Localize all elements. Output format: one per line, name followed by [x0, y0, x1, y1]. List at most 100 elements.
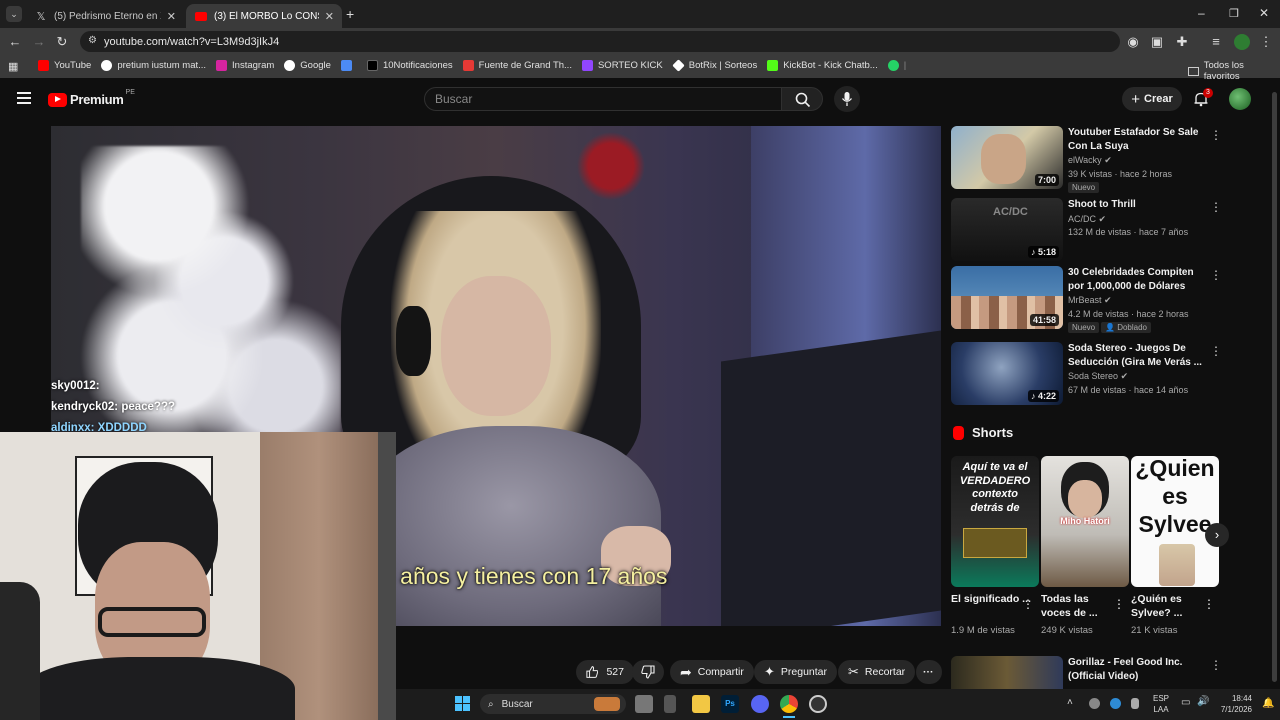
discord-icon[interactable]	[751, 695, 769, 713]
video-title[interactable]: Gorillaz - Feel Good Inc. (Official Vide…	[1068, 656, 1208, 683]
windows-start-icon[interactable]	[455, 696, 470, 711]
tab-search-button[interactable]: ⌄	[6, 6, 22, 22]
forward-icon[interactable]: →	[31, 34, 47, 50]
back-icon[interactable]: ←	[7, 34, 23, 50]
bookmark-botrix[interactable]: BotRix | Sorteos	[672, 59, 757, 72]
language-indicator[interactable]: ESP LAA	[1153, 693, 1169, 715]
taskbar-search[interactable]: ⌕ Buscar	[480, 694, 626, 714]
search-button[interactable]	[781, 87, 823, 111]
chrome-icon[interactable]	[780, 695, 798, 713]
video-thumbnail[interactable]: 41:58	[951, 266, 1063, 329]
reading-list-icon[interactable]: ≡	[1208, 34, 1224, 50]
notifications-button[interactable]: 3	[1193, 88, 1213, 109]
bookmark-instagram[interactable]: Instagram	[216, 60, 274, 71]
video-title[interactable]: Soda Stereo - Juegos De Seducción (Gira …	[1068, 342, 1208, 369]
dislike-button[interactable]	[632, 660, 664, 684]
bookmark-kickbot[interactable]: KickBot - Kick Chatb...	[767, 60, 878, 71]
browser-tab-x[interactable]: 𝕏 (5) Pedrismo Eterno en X: "Sha ✕	[26, 4, 184, 28]
account-avatar[interactable]	[1229, 88, 1251, 110]
recommended-video[interactable]: AC/DC ♪ 5:18 Shoot to Thrill AC/DC ✔ 132…	[951, 198, 1271, 264]
bookmark-whatsapp[interactable]: |	[887, 60, 906, 71]
network-icon[interactable]: ▭	[1181, 697, 1190, 708]
app-icon[interactable]	[809, 695, 827, 713]
close-window-button[interactable]: ✕	[1259, 6, 1269, 20]
hamburger-menu-icon[interactable]	[17, 92, 31, 104]
channel-name[interactable]: AC/DC ✔	[1068, 214, 1106, 225]
extension-icon[interactable]: ▣	[1149, 34, 1165, 50]
youtube-logo[interactable]: Premium PE	[48, 89, 135, 107]
short-title[interactable]: El significado ...	[951, 592, 1031, 606]
video-thumbnail[interactable]: ♪ 4:22	[951, 342, 1063, 405]
recommended-video[interactable]: 41:58 30 Celebridades Compiten por 1,000…	[951, 266, 1271, 333]
restore-button[interactable]: ❐	[1229, 7, 1239, 20]
all-bookmarks[interactable]: Todos los favoritos	[1188, 60, 1280, 82]
address-bar[interactable]: ⚙ youtube.com/watch?v=L3M9d3jIkJ4	[80, 31, 1120, 52]
share-button[interactable]: ➦ Compartir	[670, 660, 754, 684]
extension-icon[interactable]: ◉	[1125, 34, 1141, 50]
close-tab-icon[interactable]: ✕	[325, 10, 334, 23]
clock[interactable]: 18:44 7/1/2026	[1221, 693, 1252, 715]
photoshop-icon[interactable]: Ps	[721, 695, 739, 713]
more-vertical-icon[interactable]: ⋮	[1210, 344, 1222, 358]
more-vertical-icon[interactable]: ⋮	[1210, 200, 1222, 214]
recommended-video[interactable]: ♪ 4:22 Soda Stereo - Juegos De Seducción…	[951, 342, 1271, 408]
new-tab-button[interactable]: +	[346, 6, 354, 22]
more-vertical-icon[interactable]: ⋮	[1210, 658, 1222, 672]
bookmark-pretium[interactable]: pretium iustum mat...	[101, 60, 206, 71]
video-title[interactable]: 30 Celebridades Compiten por 1,000,000 d…	[1068, 266, 1208, 293]
channel-name[interactable]: MrBeast ✔	[1068, 295, 1112, 306]
apps-icon[interactable]: ▦	[8, 60, 18, 73]
volume-icon[interactable]: 🔊	[1197, 696, 1209, 707]
more-vertical-icon[interactable]: ⋮	[1210, 268, 1222, 282]
minimize-button[interactable]: –	[1198, 6, 1205, 20]
more-vertical-icon[interactable]: ⋮	[1113, 597, 1125, 611]
short-title[interactable]: Todas las voces de ...	[1041, 592, 1121, 620]
reload-icon[interactable]: ↻	[54, 34, 70, 50]
video-thumbnail[interactable]: AC/DC ♪ 5:18	[951, 198, 1063, 261]
channel-name[interactable]: elWacky ✔	[1068, 155, 1112, 166]
shorts-next-button[interactable]: ›	[1205, 523, 1229, 547]
ask-button[interactable]: ✦ Preguntar	[754, 660, 838, 684]
video-title[interactable]: Youtuber Estafador Se Sale Con La Suya	[1068, 126, 1208, 153]
page-scrollbar[interactable]	[1272, 92, 1277, 682]
bookmark-notifications[interactable]: 10Notificaciones	[366, 60, 453, 71]
puzzle-icon[interactable]: ✚	[1174, 34, 1190, 50]
clip-button[interactable]: ✂ Recortar	[838, 660, 916, 684]
task-view-icon[interactable]	[635, 695, 653, 713]
short-thumbnail[interactable]: Miho Hatori	[1041, 456, 1129, 587]
video-thumbnail[interactable]: 7:00	[951, 126, 1063, 189]
create-button[interactable]: + Crear	[1122, 87, 1182, 111]
channel-name[interactable]: Soda Stereo ✔	[1068, 371, 1128, 382]
more-vertical-icon[interactable]: ⋮	[1203, 597, 1215, 611]
bookmark-youtube[interactable]: YouTube	[38, 60, 91, 71]
video-thumbnail[interactable]	[951, 656, 1063, 690]
close-tab-icon[interactable]: ✕	[167, 10, 176, 23]
short-thumbnail[interactable]: ¿Quien es Sylvee	[1131, 456, 1219, 587]
show-hidden-icons[interactable]: ˄	[1067, 697, 1073, 708]
bookmark-sorteo-kick[interactable]: SORTEO KICK	[581, 60, 663, 71]
voice-search-button[interactable]	[834, 86, 860, 112]
bookmark-gta[interactable]: Fuente de Grand Th...	[462, 60, 572, 71]
bookmark-extension[interactable]	[340, 60, 357, 71]
like-button[interactable]: 527	[576, 660, 634, 684]
short-thumbnail[interactable]: Aquí te va el VERDADERO contexto detrás …	[951, 456, 1039, 587]
short-title[interactable]: ¿Quién es Sylvee? ...	[1131, 592, 1211, 620]
menu-icon[interactable]: ⋮	[1258, 34, 1274, 50]
notifications-center-icon[interactable]: 🔔	[1262, 698, 1274, 709]
more-actions-button[interactable]: ···	[916, 660, 942, 684]
more-vertical-icon[interactable]: ⋮	[1022, 597, 1034, 611]
bookmark-google[interactable]: Google	[284, 60, 331, 71]
tray-icon[interactable]	[1131, 698, 1139, 709]
search-input[interactable]: Buscar	[424, 87, 782, 111]
recommended-video[interactable]: 7:00 Youtuber Estafador Se Sale Con La S…	[951, 126, 1271, 193]
tray-icon[interactable]	[1089, 698, 1100, 709]
profile-avatar[interactable]	[1234, 34, 1250, 50]
recommended-video[interactable]: Gorillaz - Feel Good Inc. (Official Vide…	[951, 656, 1271, 690]
app-icon[interactable]	[664, 695, 676, 713]
site-info-icon[interactable]: ⚙	[88, 35, 97, 46]
more-vertical-icon[interactable]: ⋮	[1210, 128, 1222, 142]
video-title[interactable]: Shoot to Thrill	[1068, 198, 1208, 212]
tray-icon[interactable]	[1110, 698, 1121, 709]
browser-tab-youtube[interactable]: (3) El MORBO Lo CONSUMIO - ✕	[186, 4, 342, 28]
file-explorer-icon[interactable]	[692, 695, 710, 713]
